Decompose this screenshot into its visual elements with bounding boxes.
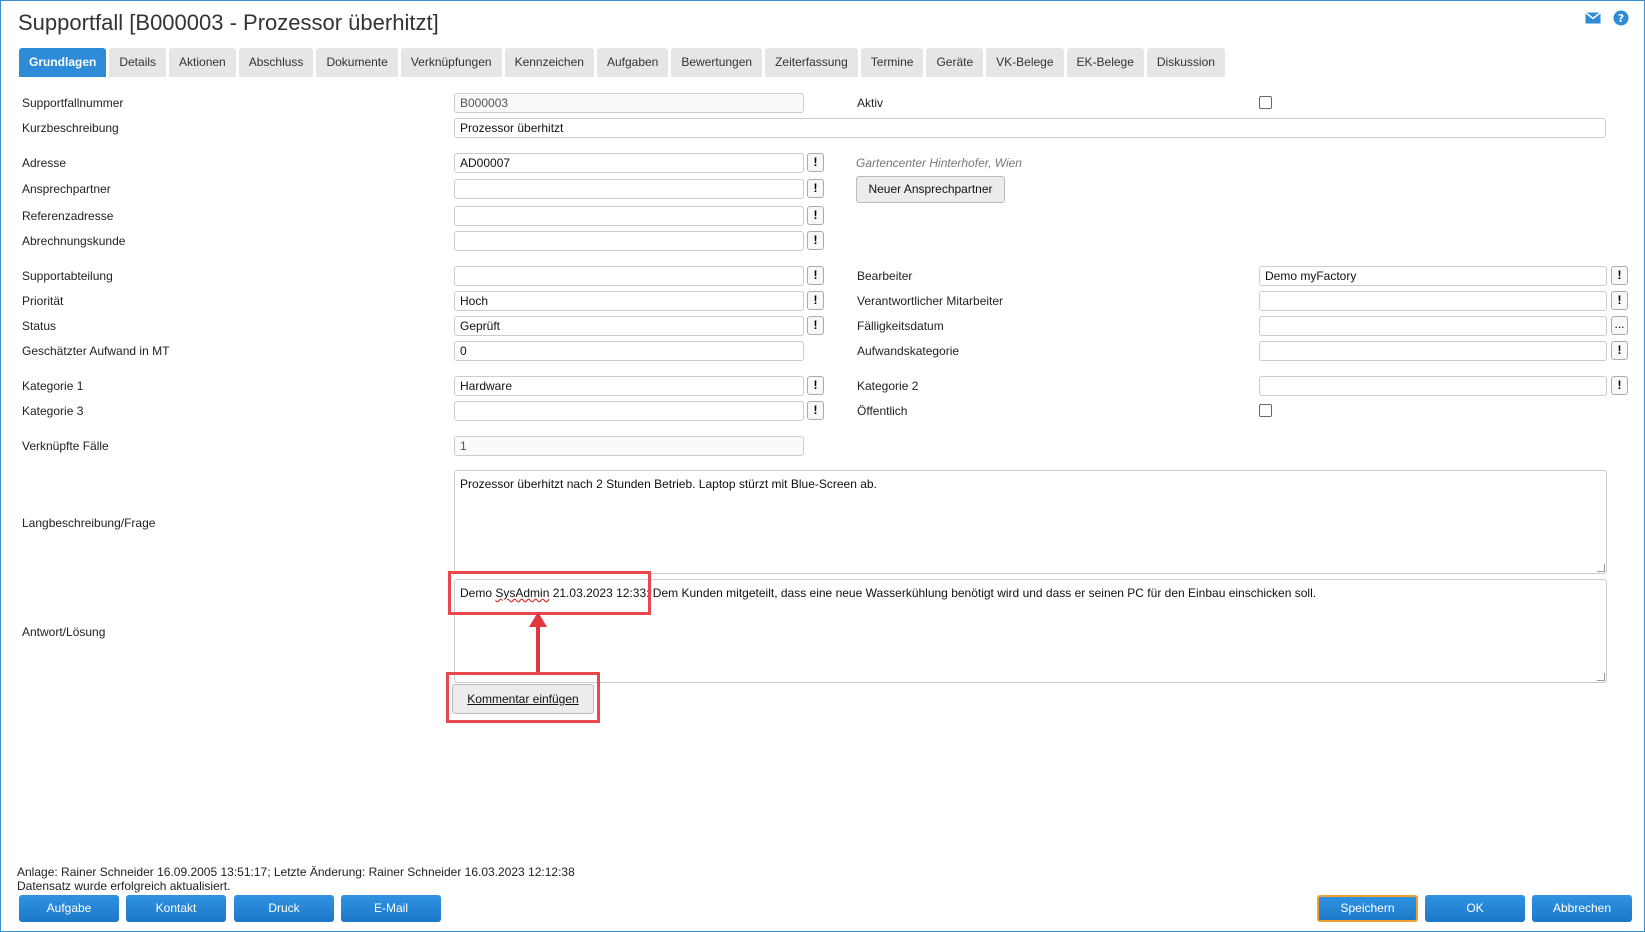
ansprechpartner-field[interactable] bbox=[454, 179, 804, 199]
label-referenzadresse: Referenzadresse bbox=[22, 209, 114, 223]
tab-grundlagen[interactable]: Grundlagen bbox=[19, 48, 107, 77]
antwort-text: Dem Kunden mitgeteilt, dass eine neue Wa… bbox=[649, 586, 1317, 600]
label-bearbeiter: Bearbeiter bbox=[857, 269, 913, 283]
resize-grip-icon[interactable] bbox=[1597, 673, 1605, 681]
window-frame bbox=[0, 0, 1645, 932]
referenzadresse-lookup-button[interactable]: ! bbox=[807, 206, 824, 225]
page-title: Supportfall [B000003 - Prozessor überhit… bbox=[18, 10, 439, 35]
label-status: Status bbox=[22, 319, 57, 333]
label-kategorie1: Kategorie 1 bbox=[22, 379, 84, 393]
kategorie3-lookup-button[interactable]: ! bbox=[807, 401, 824, 420]
help-icon[interactable]: ? bbox=[1613, 10, 1629, 29]
kategorie2-field[interactable] bbox=[1259, 376, 1607, 396]
bearbeiter-field[interactable]: Demo myFactory bbox=[1259, 266, 1607, 286]
adresse-hint: Gartencenter Hinterhofer, Wien bbox=[856, 156, 1022, 170]
verantwortlicher-field[interactable] bbox=[1259, 291, 1607, 311]
aufwandskategorie-lookup-button[interactable]: ! bbox=[1611, 341, 1628, 360]
langbeschreibung-textarea[interactable]: Prozessor überhitzt nach 2 Stunden Betri… bbox=[454, 470, 1607, 574]
faelligkeitsdatum-field[interactable] bbox=[1259, 316, 1607, 336]
new-contact-button[interactable]: Neuer Ansprechpartner bbox=[856, 176, 1005, 203]
highlight-stamp bbox=[448, 571, 651, 615]
label-faelligkeitsdatum: Fälligkeitsdatum bbox=[857, 319, 944, 333]
kategorie2-lookup-button[interactable]: ! bbox=[1611, 376, 1628, 395]
oeffentlich-checkbox[interactable] bbox=[1259, 404, 1272, 417]
arrow-shaft bbox=[536, 625, 540, 673]
label-adresse: Adresse bbox=[22, 156, 67, 170]
tab-termine[interactable]: Termine bbox=[860, 48, 924, 77]
status-created-modified: Anlage: Rainer Schneider 16.09.2005 13:5… bbox=[17, 865, 575, 879]
adresse-field[interactable]: AD00007 bbox=[454, 153, 804, 173]
status-area: Anlage: Rainer Schneider 16.09.2005 13:5… bbox=[17, 865, 575, 893]
label-abrechnungskunde: Abrechnungskunde bbox=[22, 234, 126, 248]
tab-verknuepfungen[interactable]: Verknüpfungen bbox=[400, 48, 502, 77]
tab-aufgaben[interactable]: Aufgaben bbox=[596, 48, 669, 77]
tab-kennzeichen[interactable]: Kennzeichen bbox=[504, 48, 594, 77]
supportfallnummer-field[interactable]: B000003 bbox=[454, 93, 804, 113]
tab-dokumente[interactable]: Dokumente bbox=[316, 48, 398, 77]
supportabteilung-lookup-button[interactable]: ! bbox=[807, 266, 824, 285]
aktiv-checkbox[interactable] bbox=[1259, 96, 1272, 109]
prioritaet-lookup-button[interactable]: ! bbox=[807, 291, 824, 310]
tab-bewertungen[interactable]: Bewertungen bbox=[671, 48, 763, 77]
verknuepfte-field[interactable]: 1 bbox=[454, 436, 804, 456]
kategorie3-field[interactable] bbox=[454, 401, 804, 421]
supportabteilung-field[interactable] bbox=[454, 266, 804, 286]
status-field[interactable]: Geprüft bbox=[454, 316, 804, 336]
email-button[interactable]: E-Mail bbox=[341, 895, 441, 922]
label-aktiv: Aktiv bbox=[857, 96, 884, 110]
label-kurzbeschreibung: Kurzbeschreibung bbox=[22, 121, 119, 135]
tab-vk-belege[interactable]: VK-Belege bbox=[986, 48, 1064, 77]
top-icons: ? bbox=[1585, 10, 1629, 29]
tab-abschluss[interactable]: Abschluss bbox=[238, 48, 314, 77]
label-kategorie3: Kategorie 3 bbox=[22, 404, 84, 418]
label-ansprechpartner: Ansprechpartner bbox=[22, 182, 111, 196]
abbrechen-button[interactable]: Abbrechen bbox=[1532, 895, 1632, 922]
druck-button[interactable]: Druck bbox=[234, 895, 334, 922]
status-message: Datensatz wurde erfolgreich aktualisiert… bbox=[17, 879, 231, 893]
adresse-lookup-button[interactable]: ! bbox=[807, 153, 824, 172]
bearbeiter-lookup-button[interactable]: ! bbox=[1611, 266, 1628, 285]
label-kategorie2: Kategorie 2 bbox=[857, 379, 919, 393]
tab-aktionen[interactable]: Aktionen bbox=[169, 48, 236, 77]
ok-button[interactable]: OK bbox=[1425, 895, 1525, 922]
aufwand-field[interactable]: 0 bbox=[454, 341, 804, 361]
resize-grip-icon[interactable] bbox=[1597, 564, 1605, 572]
aufwandskategorie-field[interactable] bbox=[1259, 341, 1607, 361]
label-supportabteilung: Supportabteilung bbox=[22, 269, 113, 283]
label-aufwandskategorie: Aufwandskategorie bbox=[857, 344, 960, 358]
label-prioritaet: Priorität bbox=[22, 294, 64, 308]
svg-text:?: ? bbox=[1618, 12, 1624, 25]
tab-diskussion[interactable]: Diskussion bbox=[1146, 48, 1225, 77]
tab-zeiterfassung[interactable]: Zeiterfassung bbox=[765, 48, 858, 77]
kategorie1-field[interactable]: Hardware bbox=[454, 376, 804, 396]
date-picker-button[interactable]: ... bbox=[1611, 316, 1628, 335]
label-antwort: Antwort/Lösung bbox=[22, 625, 106, 639]
prioritaet-field[interactable]: Hoch bbox=[454, 291, 804, 311]
label-oeffentlich: Öffentlich bbox=[857, 404, 908, 418]
label-langbeschreibung: Langbeschreibung/Frage bbox=[22, 516, 156, 530]
label-verantwortlicher: Verantwortlicher Mitarbeiter bbox=[857, 294, 1004, 308]
tab-bar: Grundlagen Details Aktionen Abschluss Do… bbox=[19, 48, 1225, 77]
insert-comment-button[interactable]: Kommentar einfügen bbox=[452, 684, 594, 714]
kontakt-button[interactable]: Kontakt bbox=[126, 895, 226, 922]
verantwortlicher-lookup-button[interactable]: ! bbox=[1611, 291, 1628, 310]
kategorie1-lookup-button[interactable]: ! bbox=[807, 376, 824, 395]
langbeschreibung-text: Prozessor überhitzt nach 2 Stunden Betri… bbox=[460, 477, 877, 491]
tab-details[interactable]: Details bbox=[109, 48, 167, 77]
label-aufwand: Geschätzter Aufwand in MT bbox=[22, 344, 170, 358]
label-verknuepfte: Verknüpfte Fälle bbox=[22, 439, 109, 453]
label-supportfallnummer: Supportfallnummer bbox=[22, 96, 124, 110]
tab-geraete[interactable]: Geräte bbox=[926, 48, 984, 77]
abrechnungskunde-field[interactable] bbox=[454, 231, 804, 251]
mail-icon[interactable] bbox=[1585, 11, 1601, 27]
tab-ek-belege[interactable]: EK-Belege bbox=[1066, 48, 1144, 77]
referenzadresse-field[interactable] bbox=[454, 206, 804, 226]
ansprechpartner-lookup-button[interactable]: ! bbox=[807, 179, 824, 198]
abrechnungskunde-lookup-button[interactable]: ! bbox=[807, 231, 824, 250]
kurzbeschreibung-field[interactable]: Prozessor überhitzt bbox=[454, 118, 1606, 138]
aufgabe-button[interactable]: Aufgabe bbox=[19, 895, 119, 922]
speichern-button[interactable]: Speichern bbox=[1317, 895, 1418, 922]
status-lookup-button[interactable]: ! bbox=[807, 316, 824, 335]
